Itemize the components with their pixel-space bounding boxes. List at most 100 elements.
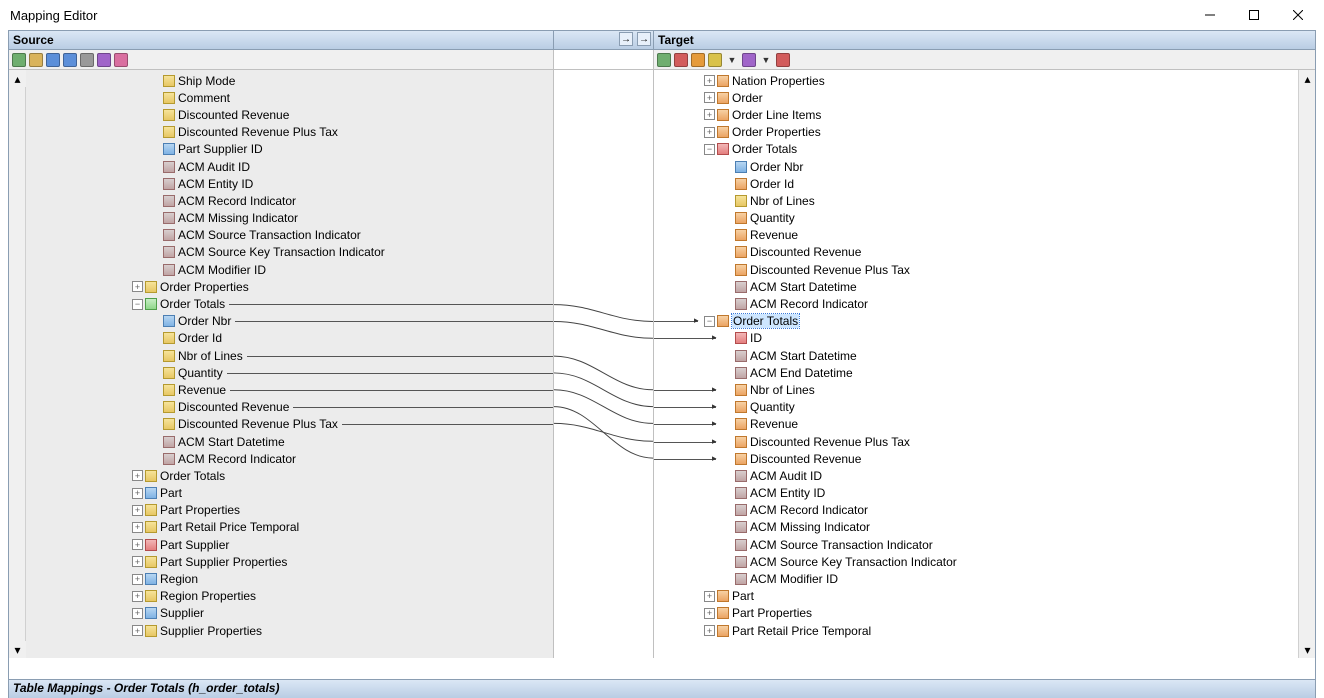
- save-icon[interactable]: [46, 53, 60, 67]
- tree-node[interactable]: +ACM Source Key Transaction Indicator: [654, 553, 1298, 570]
- tree-node[interactable]: +Part: [654, 588, 1298, 605]
- link-icon[interactable]: [97, 53, 111, 67]
- tree-node[interactable]: +Order Id: [26, 330, 553, 347]
- map-left-icon[interactable]: →: [619, 32, 633, 46]
- close-button[interactable]: [1276, 1, 1320, 29]
- tree-node[interactable]: +ACM Audit ID: [654, 467, 1298, 484]
- tree-node[interactable]: +Revenue: [654, 227, 1298, 244]
- tree-node[interactable]: +Region: [26, 570, 553, 587]
- tree-node[interactable]: +Nbr of Lines: [26, 347, 553, 364]
- tree-node[interactable]: +Nbr of Lines▸: [654, 381, 1298, 398]
- tree-node[interactable]: +Discounted Revenue Plus Tax▸: [654, 433, 1298, 450]
- tree-node[interactable]: +Order Line Items: [654, 106, 1298, 123]
- scroll-up-icon[interactable]: ▴: [9, 70, 26, 87]
- tree-node[interactable]: +Order Nbr: [26, 313, 553, 330]
- tree-node[interactable]: +Order Nbr: [654, 158, 1298, 175]
- tree-node[interactable]: +ACM Missing Indicator: [26, 210, 553, 227]
- expand-icon[interactable]: +: [704, 109, 715, 120]
- tree-node[interactable]: +ACM Entity ID: [654, 485, 1298, 502]
- copy-icon[interactable]: [80, 53, 94, 67]
- tree-node[interactable]: +Comment: [26, 89, 553, 106]
- tree-node[interactable]: +ACM Record Indicator: [26, 450, 553, 467]
- tree-node[interactable]: +Discounted Revenue Plus Tax: [26, 124, 553, 141]
- tree-node[interactable]: +ACM Missing Indicator: [654, 519, 1298, 536]
- tree-node[interactable]: −Order Totals: [654, 141, 1298, 158]
- collapse-icon[interactable]: −: [704, 144, 715, 155]
- tree-node[interactable]: +Discounted Revenue Plus Tax: [654, 261, 1298, 278]
- target-scrollbar[interactable]: ▴ ▾: [1298, 70, 1315, 658]
- dropdown-icon[interactable]: ▼: [725, 53, 739, 67]
- source-scrollbar[interactable]: ▴ ▾: [9, 70, 26, 658]
- expand-icon[interactable]: +: [132, 574, 143, 585]
- tree-node[interactable]: +Part Properties: [654, 605, 1298, 622]
- tree-node[interactable]: +Part Retail Price Temporal: [654, 622, 1298, 639]
- expand-icon[interactable]: +: [132, 539, 143, 550]
- tree-node[interactable]: +Discounted Revenue: [26, 106, 553, 123]
- tree-node[interactable]: +Part Supplier: [26, 536, 553, 553]
- expand-icon[interactable]: +: [704, 591, 715, 602]
- source-tree[interactable]: +Ship Mode+Comment+Discounted Revenue+Di…: [26, 70, 553, 658]
- tree-node[interactable]: +Order Id: [654, 175, 1298, 192]
- new-icon[interactable]: [657, 53, 671, 67]
- expand-icon[interactable]: +: [704, 75, 715, 86]
- tree-node[interactable]: +Order: [654, 89, 1298, 106]
- tree-node[interactable]: +Part: [26, 485, 553, 502]
- link-red-icon[interactable]: [674, 53, 688, 67]
- tree-node[interactable]: +Revenue▸: [654, 416, 1298, 433]
- expand-icon[interactable]: +: [132, 470, 143, 481]
- expand-icon[interactable]: +: [132, 556, 143, 567]
- tree-node[interactable]: +ACM Record Indicator: [26, 192, 553, 209]
- tree-node[interactable]: +Discounted Revenue▸: [654, 450, 1298, 467]
- tree-node[interactable]: +Revenue: [26, 381, 553, 398]
- tree-node[interactable]: +Part Properties: [26, 502, 553, 519]
- tree-node[interactable]: +Part Supplier ID: [26, 141, 553, 158]
- save-all-icon[interactable]: [63, 53, 77, 67]
- link-orange-icon[interactable]: [691, 53, 705, 67]
- new-icon[interactable]: [12, 53, 26, 67]
- tree-node[interactable]: +Nation Properties: [654, 72, 1298, 89]
- expand-icon[interactable]: +: [132, 505, 143, 516]
- tree-node[interactable]: +Order Properties: [26, 278, 553, 295]
- link-yellow-icon[interactable]: [708, 53, 722, 67]
- scroll-down-icon[interactable]: ▾: [9, 641, 26, 658]
- tree-node[interactable]: +Supplier: [26, 605, 553, 622]
- tree-node[interactable]: +ID▸: [654, 330, 1298, 347]
- target-tree[interactable]: +Nation Properties+Order+Order Line Item…: [654, 70, 1298, 658]
- open-icon[interactable]: [29, 53, 43, 67]
- scroll-up-icon[interactable]: ▴: [1299, 70, 1315, 87]
- dropdown2-icon[interactable]: ▼: [759, 53, 773, 67]
- expand-icon[interactable]: +: [132, 281, 143, 292]
- tree-node[interactable]: +Quantity: [26, 364, 553, 381]
- expand-icon[interactable]: +: [132, 608, 143, 619]
- tree-node[interactable]: +ACM Source Transaction Indicator: [654, 536, 1298, 553]
- expand-icon[interactable]: +: [132, 591, 143, 602]
- link-break-icon[interactable]: [776, 53, 790, 67]
- tree-node[interactable]: +ACM Source Key Transaction Indicator: [26, 244, 553, 261]
- tree-node[interactable]: +Nbr of Lines: [654, 192, 1298, 209]
- scroll-down-icon[interactable]: ▾: [1299, 641, 1315, 658]
- tree-node[interactable]: +ACM Start Datetime: [26, 433, 553, 450]
- expand-icon[interactable]: +: [132, 488, 143, 499]
- tree-node[interactable]: +ACM Modifier ID: [654, 570, 1298, 587]
- tree-node[interactable]: +Part Supplier Properties: [26, 553, 553, 570]
- collapse-icon[interactable]: −: [704, 316, 715, 327]
- tree-node[interactable]: +ACM Record Indicator: [654, 502, 1298, 519]
- link-purple-icon[interactable]: [742, 53, 756, 67]
- tree-node[interactable]: −Order Totals: [26, 295, 553, 312]
- tree-node[interactable]: +Region Properties: [26, 588, 553, 605]
- expand-icon[interactable]: +: [704, 625, 715, 636]
- expand-icon[interactable]: +: [704, 92, 715, 103]
- maximize-button[interactable]: [1232, 1, 1276, 29]
- tree-node[interactable]: +Ship Mode: [26, 72, 553, 89]
- expand-icon[interactable]: +: [704, 127, 715, 138]
- tree-node[interactable]: +ACM Source Transaction Indicator: [26, 227, 553, 244]
- tree-node[interactable]: +ACM Audit ID: [26, 158, 553, 175]
- tree-node[interactable]: +Order Totals: [26, 467, 553, 484]
- wizard-icon[interactable]: [114, 53, 128, 67]
- minimize-button[interactable]: [1188, 1, 1232, 29]
- tree-node[interactable]: +ACM End Datetime: [654, 364, 1298, 381]
- expand-icon[interactable]: +: [132, 522, 143, 533]
- tree-node[interactable]: +Discounted Revenue: [654, 244, 1298, 261]
- tree-node[interactable]: +ACM Modifier ID: [26, 261, 553, 278]
- expand-icon[interactable]: +: [704, 608, 715, 619]
